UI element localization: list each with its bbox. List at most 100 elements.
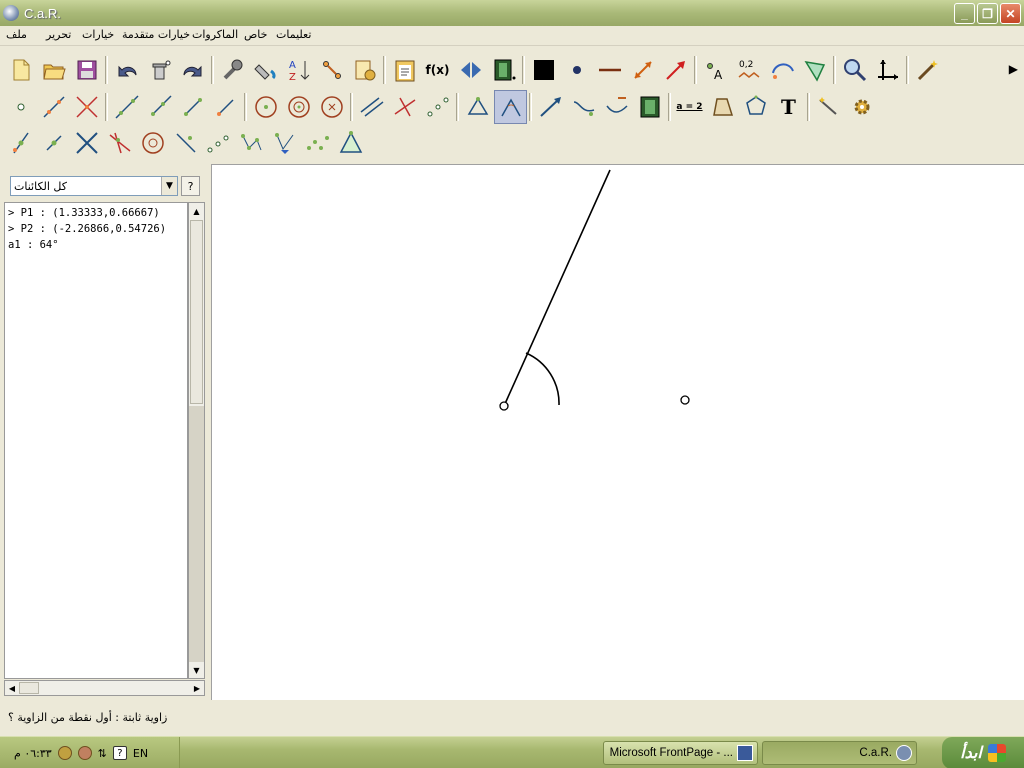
mirror-icon[interactable] xyxy=(454,53,487,87)
scroll-thumb[interactable] xyxy=(19,682,39,694)
new-file-tool[interactable] xyxy=(4,53,37,87)
maximize-button[interactable]: ❐ xyxy=(977,3,998,24)
zoom-icon[interactable] xyxy=(838,53,871,87)
close-button[interactable]: ✕ xyxy=(1000,3,1021,24)
point-style-icon[interactable] xyxy=(560,53,593,87)
scroll-down-icon[interactable]: ▼ xyxy=(189,662,204,678)
black-square-icon[interactable] xyxy=(527,53,560,87)
media-icon[interactable] xyxy=(77,746,92,760)
film-icon[interactable] xyxy=(487,53,520,87)
curve-tool[interactable] xyxy=(567,90,600,124)
wrench-icon[interactable] xyxy=(216,53,249,87)
menu-file[interactable]: ملف xyxy=(6,28,27,41)
list-item[interactable]: > P1 : (1.33333,0.66667) xyxy=(8,205,184,221)
sort-az-icon[interactable]: AZ xyxy=(282,53,315,87)
menu-advanced[interactable]: خيارات متقدمة xyxy=(122,28,190,41)
numeric-label-tool[interactable]: 0,2 xyxy=(732,53,765,87)
triangle-tool[interactable] xyxy=(334,126,367,160)
open-file-tool[interactable] xyxy=(37,53,70,87)
redo-icon[interactable] xyxy=(176,53,209,87)
line-cross-tool[interactable] xyxy=(103,126,136,160)
chevron-down-icon[interactable]: ▼ xyxy=(161,177,177,195)
reflect-tool[interactable] xyxy=(268,126,301,160)
midpoint-tool[interactable] xyxy=(421,90,454,124)
menu-help[interactable]: تعليمات xyxy=(276,28,311,41)
hide-icon[interactable] xyxy=(315,53,348,87)
task-car[interactable]: C.a.R. xyxy=(762,741,917,765)
menu-macros[interactable]: الماكروات xyxy=(192,28,238,41)
segment-arrows-icon[interactable] xyxy=(626,53,659,87)
list-item[interactable]: a1 : 64° xyxy=(8,237,184,253)
horizontal-scrollbar[interactable]: ◀ ▶ xyxy=(4,680,205,696)
toolbar-expand-arrow-icon[interactable]: ▶ xyxy=(1009,62,1018,76)
scroll-thumb[interactable] xyxy=(190,220,203,404)
perpendicular-tool[interactable] xyxy=(388,90,421,124)
function-tool[interactable]: f(x) xyxy=(421,53,454,87)
drawing-canvas[interactable] xyxy=(211,164,1024,700)
dots-chain-tool[interactable] xyxy=(301,126,334,160)
scroll-right-icon[interactable]: ▶ xyxy=(190,681,204,695)
point-on-line-tool[interactable] xyxy=(4,126,37,160)
move-tool[interactable] xyxy=(534,90,567,124)
line-style-icon[interactable] xyxy=(593,53,626,87)
angle-tool[interactable] xyxy=(461,90,494,124)
point-tool[interactable] xyxy=(4,90,37,124)
undo-icon[interactable] xyxy=(110,53,143,87)
scroll-up-icon[interactable]: ▲ xyxy=(189,203,204,219)
expression-tool[interactable]: a = 2 xyxy=(673,90,706,124)
animation-film-icon[interactable] xyxy=(633,90,666,124)
vertical-scrollbar[interactable]: ▲ ▼ xyxy=(188,202,205,679)
save-file-tool[interactable] xyxy=(70,53,103,87)
ray-tool[interactable] xyxy=(143,90,176,124)
point-p1[interactable] xyxy=(499,401,509,411)
wand-tool[interactable] xyxy=(812,90,845,124)
magic-wand-icon[interactable] xyxy=(911,53,944,87)
fixed-angle-tool[interactable] xyxy=(494,90,527,124)
clock[interactable]: ٠٦:٣٣ م xyxy=(14,747,52,760)
text-tool[interactable]: T xyxy=(772,90,805,124)
axes-icon[interactable] xyxy=(871,53,904,87)
line-through-points-tool[interactable] xyxy=(110,90,143,124)
help-button[interactable]: ? xyxy=(181,176,200,196)
point-on-segment-tool[interactable] xyxy=(37,126,70,160)
arc-tool[interactable] xyxy=(765,53,798,87)
construction-drawing[interactable] xyxy=(212,165,1024,701)
app-icon[interactable] xyxy=(3,5,19,21)
language-indicator[interactable]: EN xyxy=(133,747,148,760)
circle-tool[interactable] xyxy=(249,90,282,124)
circle-center-tool[interactable] xyxy=(136,126,169,160)
menu-special[interactable]: خاص xyxy=(244,28,267,41)
list-item[interactable]: > P2 : (-2.26866,0.54726) xyxy=(8,221,184,237)
delete-tool[interactable] xyxy=(143,53,176,87)
menu-options[interactable]: خيارات xyxy=(82,28,114,41)
menu-edit[interactable]: تحرير xyxy=(46,28,71,41)
network-tool[interactable] xyxy=(235,126,268,160)
cross-lines-tool[interactable] xyxy=(70,126,103,160)
settings-doc-icon[interactable] xyxy=(348,53,381,87)
paint-icon[interactable] xyxy=(249,53,282,87)
gear-icon[interactable] xyxy=(845,90,878,124)
point-p2[interactable] xyxy=(680,395,690,405)
angle-fill-tool[interactable] xyxy=(798,53,831,87)
angle-arc[interactable] xyxy=(525,352,560,406)
parallel-tool[interactable] xyxy=(355,90,388,124)
minimize-button[interactable]: _ xyxy=(954,3,975,24)
object-filter-select[interactable]: كل الكائنات ▼ xyxy=(10,176,178,196)
help-tray-icon[interactable]: ? xyxy=(112,746,127,760)
polygon-tool[interactable] xyxy=(739,90,772,124)
volume-icon[interactable]: ⇅ xyxy=(98,747,107,760)
intersection-tool[interactable] xyxy=(70,90,103,124)
scroll-track[interactable] xyxy=(189,406,204,662)
task-frontpage[interactable]: Microsoft FrontPage - ... xyxy=(603,741,758,765)
start-button[interactable]: ابدأ xyxy=(942,737,1024,768)
locus-points-tool[interactable] xyxy=(202,126,235,160)
scroll-left-icon[interactable]: ◀ xyxy=(5,681,19,695)
quadrilateral-tool[interactable] xyxy=(706,90,739,124)
clipboard-icon[interactable] xyxy=(388,53,421,87)
fixed-circle-tool[interactable] xyxy=(315,90,348,124)
label-tool[interactable]: A xyxy=(699,53,732,87)
network-icon[interactable] xyxy=(57,746,72,760)
track-tool[interactable] xyxy=(600,90,633,124)
tangent-tool[interactable] xyxy=(169,126,202,160)
vector-icon[interactable] xyxy=(659,53,692,87)
